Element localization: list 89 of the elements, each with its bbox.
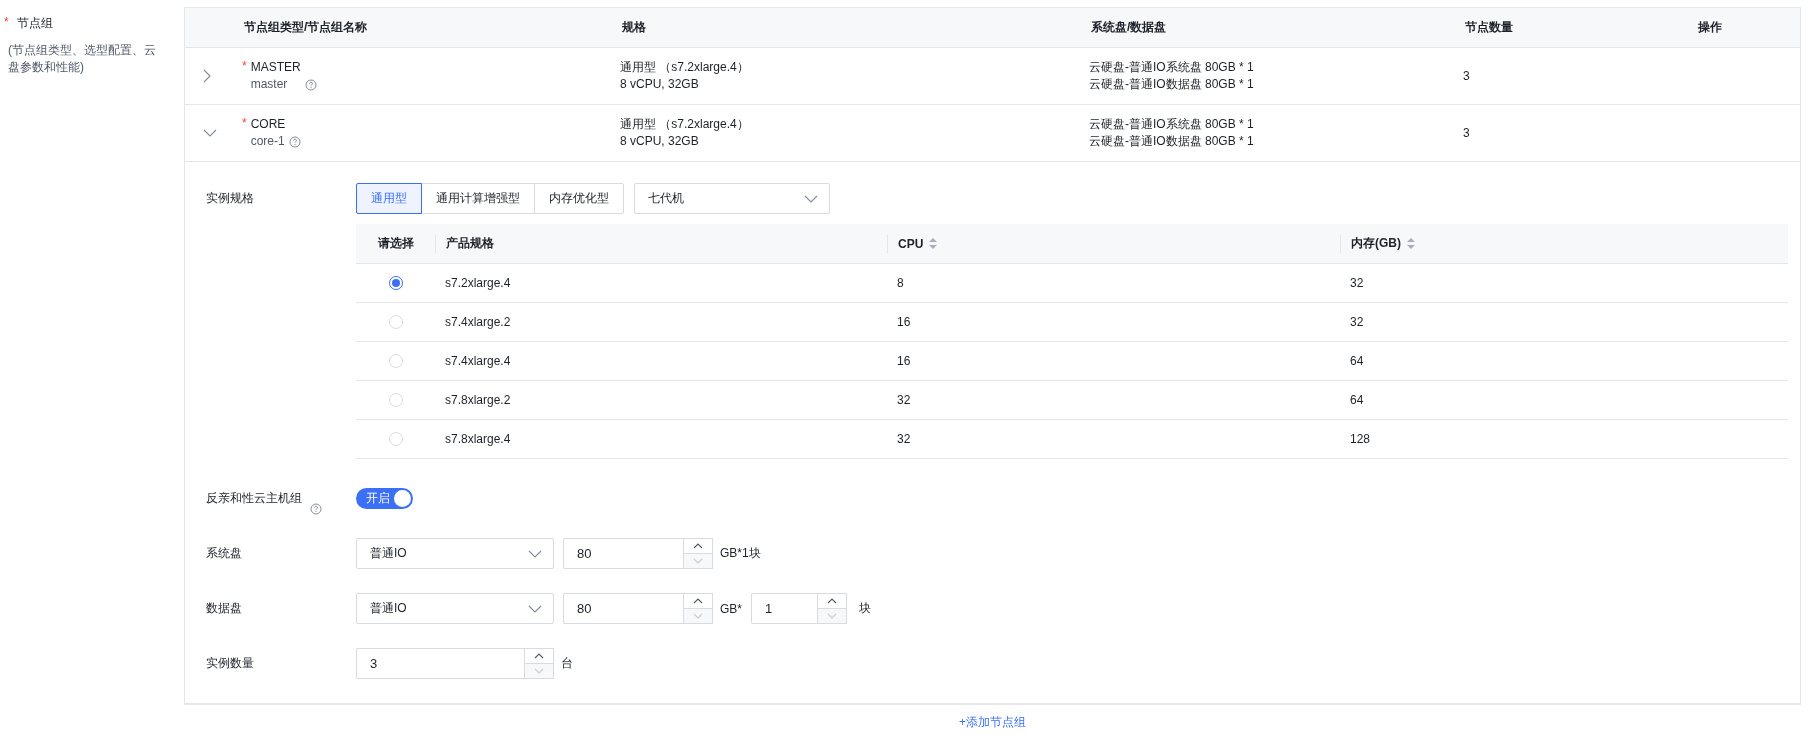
disk-text: 云硬盘-普通IO系统盘 80GB * 1 [1089, 59, 1255, 76]
node-name: master [250, 76, 289, 93]
chevron-down-icon [203, 129, 217, 137]
help-icon[interactable] [304, 79, 317, 91]
sort-icon[interactable] [1407, 238, 1415, 249]
field-hint: (节点组类型、选型配置、云盘参数和性能) [8, 42, 157, 76]
category-tab[interactable]: 通用型 [356, 183, 422, 214]
column-header: 操作 [1697, 19, 1723, 36]
table-cell-text: s7.4xlarge.4 [444, 354, 512, 368]
field-label: 数据盘 [206, 600, 243, 617]
table-cell-text: 16 [896, 354, 912, 368]
caret-icon [528, 549, 542, 558]
required-mark: * [242, 116, 247, 130]
number-input[interactable]: 80 [563, 593, 683, 624]
disk-text: 云硬盘-普通IO数据盘 80GB * 1 [1089, 76, 1255, 93]
table-cell-text: s7.4xlarge.2 [444, 315, 512, 329]
column-header: 请选择 [377, 235, 414, 252]
required-mark: * [242, 59, 247, 73]
unit-label: GB*1块 [720, 545, 761, 562]
number-input[interactable]: 1 [751, 593, 817, 624]
expand-button[interactable] [203, 69, 211, 83]
generation-select[interactable]: 七代机 [634, 183, 830, 214]
chevron-down-icon [693, 612, 703, 619]
increment-button[interactable] [683, 593, 713, 609]
table-cell-text: 32 [1349, 276, 1365, 290]
spec-text: 通用型 （s7.2xlarge.4） [620, 59, 750, 76]
column-header: 节点数量 [1464, 19, 1514, 36]
node-type: MASTER [250, 59, 301, 76]
field-label: 反亲和性云主机组 [206, 490, 302, 507]
table-cell-text: 8 [896, 276, 905, 290]
table-cell-text: 32 [896, 393, 912, 407]
column-header: 系统盘/数据盘 [1090, 19, 1168, 36]
number-input[interactable]: 3 [356, 648, 524, 679]
add-node-group-link[interactable]: +添加节点组 [959, 714, 1026, 731]
chevron-up-icon [827, 597, 837, 604]
spec-text: 8 vCPU, 32GB [620, 133, 700, 150]
table-cell-text: s7.2xlarge.4 [444, 276, 512, 290]
required-mark: * [4, 15, 9, 31]
unit-label: GB* [720, 601, 742, 616]
disk-text: 云硬盘-普通IO数据盘 80GB * 1 [1089, 133, 1255, 150]
field-label: 系统盘 [206, 545, 243, 562]
field-label: 实例规格 [206, 190, 255, 207]
number-input[interactable]: 80 [563, 538, 683, 569]
disk-type-select[interactable]: 普通IO [356, 538, 554, 569]
table-cell-text: 64 [1349, 354, 1365, 368]
table-cell-text: 32 [1349, 315, 1365, 329]
table-cell-text: 3 [1463, 126, 1471, 140]
chevron-down-icon [534, 667, 544, 674]
table-cell-text: 16 [896, 315, 912, 329]
table-cell-text: 128 [1349, 432, 1372, 446]
field-label: 实例数量 [206, 655, 255, 672]
increment-button[interactable] [524, 648, 554, 664]
category-tab[interactable]: 内存优化型 [534, 183, 624, 214]
chevron-down-icon [693, 557, 703, 564]
column-header: 规格 [621, 19, 647, 36]
table-cell-text: s7.8xlarge.2 [444, 393, 512, 407]
increment-button[interactable] [817, 593, 847, 609]
chevron-up-icon [534, 652, 544, 659]
table-cell-text: 32 [896, 432, 912, 446]
table-cell-text: 64 [1349, 393, 1365, 407]
caret-icon [804, 194, 818, 203]
chevron-up-icon [693, 597, 703, 604]
chevron-up-icon [693, 542, 703, 549]
column-header: 节点组类型/节点组名称 [243, 19, 369, 36]
node-name: core-1 [250, 133, 286, 150]
toggle-switch[interactable]: 开启 [356, 488, 413, 509]
radio-button[interactable] [388, 276, 403, 290]
column-header: 产品规格 [446, 235, 494, 252]
unit-label: 台 [561, 655, 573, 672]
node-type: CORE [250, 116, 286, 133]
sort-icon[interactable] [929, 238, 938, 249]
spec-text: 通用型 （s7.2xlarge.4） [620, 116, 750, 133]
caret-icon [528, 604, 542, 613]
help-icon[interactable] [310, 502, 322, 515]
help-icon[interactable] [289, 136, 302, 148]
column-header: CPU [898, 236, 924, 251]
chevron-down-icon [827, 612, 837, 619]
column-header: 内存(GB) [1351, 235, 1401, 252]
chevron-right-icon [203, 69, 211, 83]
disk-text: 云硬盘-普通IO系统盘 80GB * 1 [1089, 116, 1255, 133]
table-cell-text: s7.8xlarge.4 [444, 432, 512, 446]
category-tab[interactable]: 通用计算增强型 [421, 183, 535, 214]
disk-type-select[interactable]: 普通IO [356, 593, 554, 624]
increment-button[interactable] [683, 538, 713, 554]
expand-button[interactable] [203, 129, 217, 137]
field-label: 节点组 [16, 15, 53, 32]
table-cell-text: 3 [1463, 69, 1471, 83]
unit-label: 块 [859, 600, 871, 617]
spec-text: 8 vCPU, 32GB [620, 76, 700, 93]
